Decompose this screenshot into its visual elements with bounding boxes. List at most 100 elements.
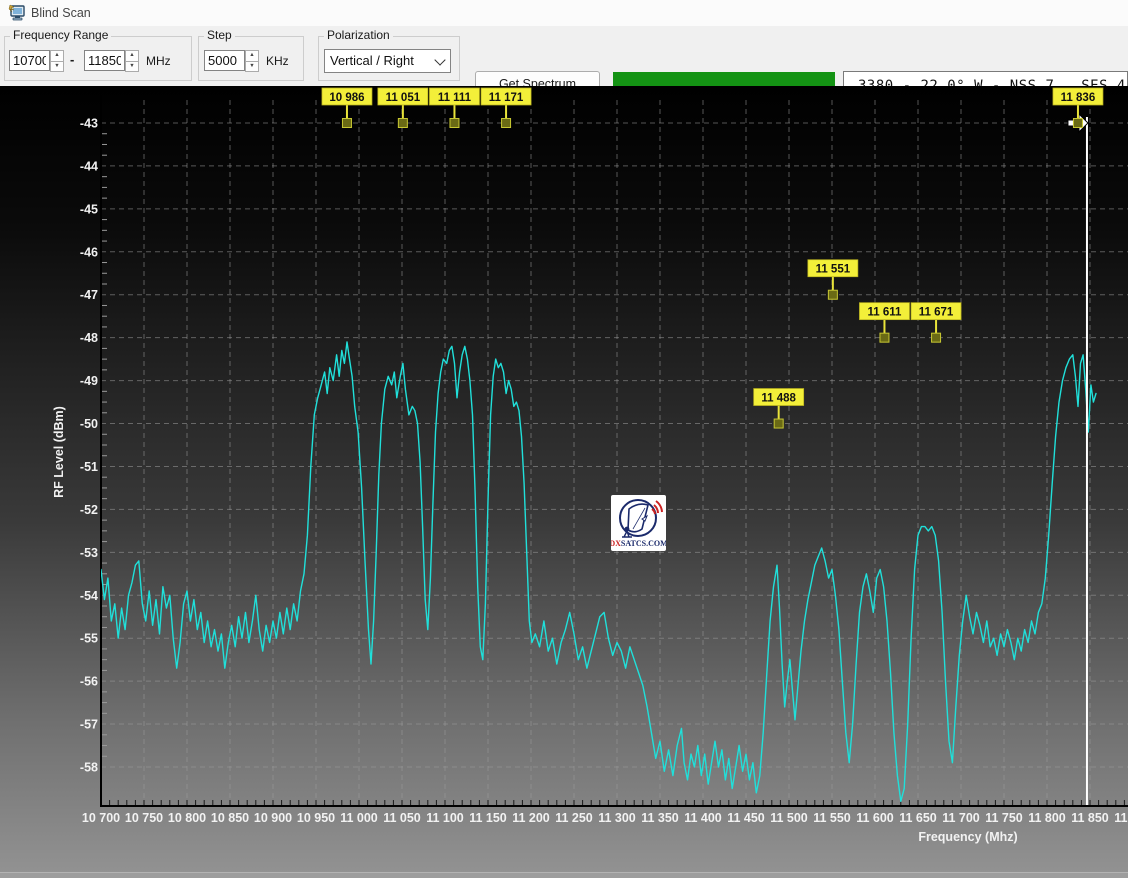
x-tick-label: 11 750 bbox=[985, 811, 1023, 825]
freq-marker-11488[interactable]: 11 488 bbox=[754, 389, 804, 429]
x-tick-label: 11 650 bbox=[899, 811, 937, 825]
x-tick-label: 11 700 bbox=[942, 811, 980, 825]
x-axis-title: Frequency (Mhz) bbox=[918, 830, 1017, 844]
y-tick-label: -46 bbox=[80, 245, 98, 259]
freq-marker-11836[interactable]: 11 836 bbox=[1053, 88, 1103, 805]
freq-marker-11111[interactable]: 11 111 bbox=[429, 88, 479, 128]
x-tick-label: 11 300 bbox=[598, 811, 636, 825]
spin-down-icon[interactable]: ▼ bbox=[245, 61, 259, 73]
step-spinner[interactable]: ▲▼ bbox=[245, 50, 259, 71]
y-tick-label: -51 bbox=[80, 460, 98, 474]
x-tick-label: 11 250 bbox=[555, 811, 593, 825]
marker-square bbox=[828, 290, 837, 299]
y-tick-label: -43 bbox=[80, 117, 98, 131]
grid: -43 -44 -45 -46 -47 -48 -49 -50 -51 -52 -53 -54 -55 -… bbox=[80, 100, 1128, 825]
logo-text-dx: DX bbox=[611, 539, 621, 548]
y-tick-label: -55 bbox=[80, 632, 98, 646]
freq-marker-11171[interactable]: 11 171 bbox=[481, 88, 531, 128]
frequency-range-group: Frequency Range ▲▼ - ▲▼ MHz bbox=[4, 36, 192, 81]
marker-label-text: 11 611 bbox=[868, 307, 903, 319]
x-tick-label: 10 900 bbox=[254, 811, 292, 825]
x-tick-label: 11 600 bbox=[856, 811, 894, 825]
frequency-from-spinner[interactable]: ▲▼ bbox=[50, 50, 64, 71]
window-bottom-edge bbox=[0, 872, 1128, 878]
polarization-dropdown[interactable]: Vertical / Right bbox=[324, 49, 451, 73]
marker-label-text: 11 836 bbox=[1061, 92, 1096, 104]
chevron-down-icon bbox=[434, 54, 445, 65]
window-title: Blind Scan bbox=[31, 6, 91, 20]
freq-marker-11051[interactable]: 11 051 bbox=[378, 88, 428, 128]
toolbar: Frequency Range ▲▼ - ▲▼ MHz Step ▲▼ KHz … bbox=[0, 26, 1128, 87]
freq-marker-10986[interactable]: 10 986 bbox=[322, 88, 372, 128]
y-tick-label: -45 bbox=[80, 202, 98, 216]
marker-label-text: 11 671 bbox=[919, 307, 954, 319]
x-tick-label: 10 950 bbox=[297, 811, 335, 825]
marker-square bbox=[880, 333, 889, 342]
y-tick-label: -48 bbox=[80, 331, 98, 345]
spectrum-trace bbox=[101, 342, 1096, 801]
y-tick-label: -52 bbox=[80, 503, 98, 517]
y-axis-title: RF Level (dBm) bbox=[52, 406, 66, 498]
x-tick-label: 11 150 bbox=[469, 811, 507, 825]
spectrum-chart-area[interactable]: -43 -44 -45 -46 -47 -48 -49 -50 -51 -52 -53 -54 -55 -… bbox=[0, 86, 1128, 878]
y-tick-label: -58 bbox=[80, 760, 98, 774]
spectrum-chart[interactable]: -43 -44 -45 -46 -47 -48 -49 -50 -51 -52 -53 -54 -55 -… bbox=[0, 86, 1128, 878]
x-tick-label: 11 450 bbox=[727, 811, 765, 825]
marker-square bbox=[398, 119, 407, 128]
step-group: Step ▲▼ KHz bbox=[198, 36, 304, 81]
x-tick-label: 11 100 bbox=[426, 811, 464, 825]
x-tick-label: 11 350 bbox=[641, 811, 679, 825]
x-tick-label: 11 200 bbox=[512, 811, 550, 825]
marker-square bbox=[932, 333, 941, 342]
mhz-label: MHz bbox=[146, 54, 171, 68]
x-tick-label: 11 850 bbox=[1071, 811, 1109, 825]
title-bar: Blind Scan bbox=[0, 0, 1128, 26]
frequency-to-input[interactable] bbox=[84, 50, 125, 71]
marker-square bbox=[342, 119, 351, 128]
x-tick-label: 11 500 bbox=[770, 811, 808, 825]
marker-square bbox=[774, 419, 783, 428]
app-icon bbox=[8, 4, 26, 22]
x-tick-label: 11 400 bbox=[684, 811, 722, 825]
marker-square bbox=[1073, 119, 1082, 128]
marker-label-text: 11 171 bbox=[489, 92, 524, 104]
polarization-label: Polarization bbox=[324, 28, 393, 42]
step-input[interactable] bbox=[204, 50, 245, 71]
dxsatcs-logo: DXSATCS.COM bbox=[611, 495, 666, 551]
x-tick-label: 10 700 bbox=[82, 811, 120, 825]
x-tick-label: 10 750 bbox=[125, 811, 163, 825]
y-tick-label: -54 bbox=[80, 589, 98, 603]
freq-marker-11551[interactable]: 11 551 bbox=[808, 260, 858, 300]
y-tick-label: -44 bbox=[80, 159, 98, 173]
step-label: Step bbox=[204, 28, 235, 42]
marker-square bbox=[502, 119, 511, 128]
y-tick-label: -47 bbox=[80, 288, 98, 302]
x-tick-label: 11 000 bbox=[340, 811, 378, 825]
marker-label-text: 11 111 bbox=[438, 92, 472, 104]
range-separator: - bbox=[70, 52, 74, 67]
y-tick-label: -56 bbox=[80, 675, 98, 689]
marker-square bbox=[450, 119, 459, 128]
x-tick-label: 10 850 bbox=[211, 811, 249, 825]
khz-label: KHz bbox=[266, 54, 289, 68]
polarization-group: Polarization Vertical / Right bbox=[318, 36, 460, 81]
y-tick-label: -49 bbox=[80, 374, 98, 388]
y-tick-label: -50 bbox=[80, 417, 98, 431]
frequency-range-label: Frequency Range bbox=[10, 28, 111, 42]
freq-marker-11611[interactable]: 11 611 bbox=[859, 303, 909, 343]
x-tick-label: 11 800 bbox=[1028, 811, 1066, 825]
svg-text:DXSATCS.COM: DXSATCS.COM bbox=[611, 539, 666, 548]
freq-marker-11671[interactable]: 11 671 bbox=[911, 303, 961, 343]
logo-text-rest: SATCS.COM bbox=[621, 539, 666, 548]
y-tick-label: -53 bbox=[80, 546, 98, 560]
frequency-from-input[interactable] bbox=[9, 50, 50, 71]
x-tick-label: 11 050 bbox=[383, 811, 421, 825]
x-tick-label: 11 900 bbox=[1114, 811, 1128, 825]
blind-scan-window: Blind Scan Frequency Range ▲▼ - ▲▼ MHz S… bbox=[0, 0, 1128, 878]
spin-down-icon[interactable]: ▼ bbox=[50, 61, 64, 73]
frequency-to-spinner[interactable]: ▲▼ bbox=[125, 50, 139, 71]
x-tick-label: 10 800 bbox=[168, 811, 206, 825]
spin-down-icon[interactable]: ▼ bbox=[125, 61, 139, 73]
marker-label-text: 11 488 bbox=[761, 393, 796, 405]
y-tick-label: -57 bbox=[80, 718, 98, 732]
